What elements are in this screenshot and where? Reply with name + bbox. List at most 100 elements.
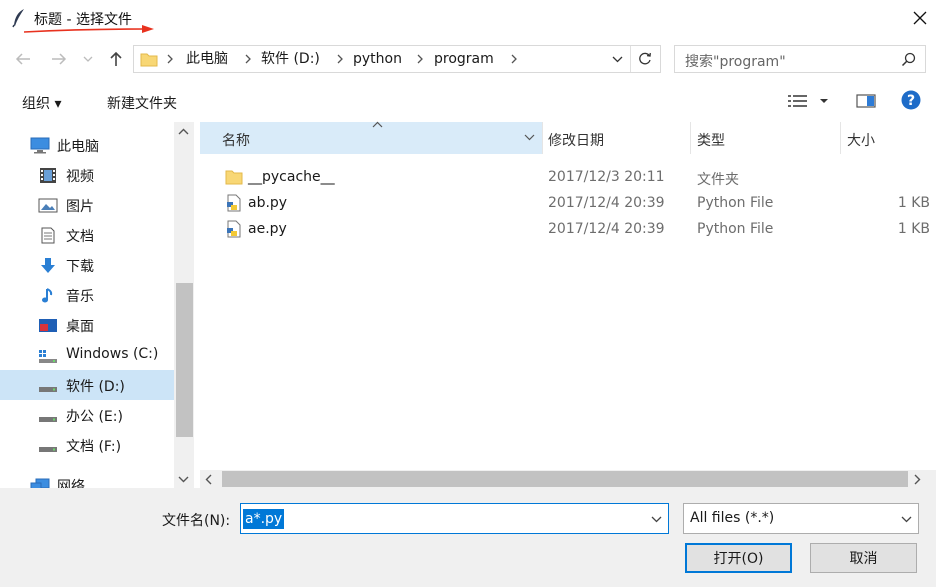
breadcrumb-program[interactable]: program <box>434 50 494 68</box>
up-arrow-icon <box>110 51 122 66</box>
file-modified: 2017/12/4 20:39 <box>548 195 665 211</box>
preview-pane-button[interactable] <box>856 93 876 109</box>
address-dropdown-button[interactable] <box>612 56 623 63</box>
chevron-down-icon <box>901 516 912 523</box>
chevron-right-icon <box>914 474 921 485</box>
computer-icon <box>30 137 50 154</box>
help-button[interactable]: ? <box>901 90 921 110</box>
chevron-down-icon <box>651 516 662 523</box>
sidebar-item-downloads[interactable]: 下载 <box>0 250 174 280</box>
file-row[interactable]: ab.py 2017/12/4 20:39 Python File 1 KB <box>200 190 936 216</box>
open-button[interactable]: 打开(O) <box>685 543 792 573</box>
search-box[interactable]: 搜索"program" <box>674 45 926 73</box>
file-type: Python File <box>697 221 774 237</box>
chevron-down-icon <box>612 56 623 63</box>
filename-input[interactable]: a*.py <box>240 503 669 534</box>
scroll-right-button[interactable] <box>913 474 921 485</box>
sidebar-item-label: 此电脑 <box>57 139 99 155</box>
file-row[interactable]: ae.py 2017/12/4 20:39 Python File 1 KB <box>200 216 936 242</box>
sidebar-item-label: 文档 (F:) <box>66 439 122 455</box>
horizontal-scroll-thumb[interactable] <box>222 471 908 487</box>
back-button[interactable] <box>10 47 36 71</box>
file-name: ae.py <box>248 221 287 237</box>
sidebar-item-drive-d[interactable]: 软件 (D:) <box>0 370 174 400</box>
sidebar-item-label: 视频 <box>66 169 94 185</box>
breadcrumb-this-pc[interactable]: 此电脑 <box>186 50 228 68</box>
filename-label: 文件名(N): <box>162 513 231 529</box>
pictures-icon <box>38 197 58 214</box>
sidebar-item-pictures[interactable]: 图片 <box>0 190 174 220</box>
view-options-button[interactable] <box>788 93 832 109</box>
folder-icon <box>140 51 158 67</box>
sidebar-item-label: 软件 (D:) <box>66 379 125 395</box>
file-modified: 2017/12/4 20:39 <box>548 221 665 237</box>
sidebar-item-label: Windows (C:) <box>66 346 159 362</box>
navigation-pane: 此电脑 视频 图片 文档 下载 音乐 桌面 Windows (C:) 软件 (D… <box>0 122 196 488</box>
cancel-button[interactable]: 取消 <box>810 543 917 573</box>
sidebar-scroll-thumb[interactable] <box>176 283 193 437</box>
column-divider[interactable] <box>542 122 543 154</box>
python-file-icon <box>224 193 244 213</box>
sidebar-item-this-pc[interactable]: 此电脑 <box>0 130 174 160</box>
file-row[interactable]: __pycache__ 2017/12/3 20:11 文件夹 <box>200 164 936 190</box>
file-size: 1 KB <box>897 221 930 237</box>
music-icon <box>38 287 58 304</box>
column-header-type[interactable]: 类型 <box>697 130 725 150</box>
download-icon <box>38 257 58 274</box>
file-modified: 2017/12/3 20:11 <box>548 169 665 185</box>
sidebar-item-drive-e[interactable]: 办公 (E:) <box>0 400 174 430</box>
organize-button[interactable]: 组织 ▾ <box>22 93 61 113</box>
refresh-icon <box>639 52 651 65</box>
chevron-left-icon <box>205 474 212 485</box>
sidebar-item-music[interactable]: 音乐 <box>0 280 174 310</box>
drive-icon <box>38 407 58 424</box>
recent-locations-button[interactable] <box>80 47 96 71</box>
sidebar-item-desktop[interactable]: 桌面 <box>0 310 174 340</box>
forward-button[interactable] <box>46 47 72 71</box>
folder-icon <box>224 167 244 187</box>
sidebar-item-label: 文档 <box>66 229 94 245</box>
svg-text:?: ? <box>907 93 915 109</box>
network-icon <box>30 477 50 488</box>
sidebar-item-label: 网络 <box>57 479 85 488</box>
chevron-right-icon <box>167 54 173 64</box>
column-divider[interactable] <box>840 122 841 154</box>
column-header-size[interactable]: 大小 <box>847 130 875 150</box>
column-header-name[interactable] <box>200 122 542 154</box>
column-divider[interactable] <box>690 122 691 154</box>
close-button[interactable] <box>906 6 934 30</box>
divider <box>630 46 631 72</box>
scroll-up-button[interactable] <box>178 128 189 136</box>
scroll-left-button[interactable] <box>205 474 213 485</box>
sidebar-item-label: 办公 (E:) <box>66 409 123 425</box>
video-icon <box>38 167 58 184</box>
chevron-down-icon <box>83 56 93 62</box>
filetype-select[interactable]: All files (*.*) <box>683 503 919 534</box>
column-header-modified[interactable]: 修改日期 <box>548 130 604 150</box>
chevron-down-icon[interactable] <box>524 134 535 141</box>
breadcrumb-drive-d[interactable]: 软件 (D:) <box>261 50 320 68</box>
sidebar-item-drive-f[interactable]: 文档 (F:) <box>0 430 174 460</box>
python-file-icon <box>224 219 244 239</box>
up-button[interactable] <box>103 47 129 71</box>
sidebar-item-videos[interactable]: 视频 <box>0 160 174 190</box>
search-icon[interactable] <box>901 52 916 67</box>
search-input[interactable]: 搜索"program" <box>685 51 786 71</box>
chevron-down-icon <box>178 476 189 483</box>
back-arrow-icon <box>15 53 30 65</box>
sidebar-item-drive-c[interactable]: Windows (C:) <box>0 340 174 370</box>
sidebar-item-network[interactable]: 网络 <box>0 470 174 488</box>
sidebar-item-label: 图片 <box>66 199 94 215</box>
file-name: __pycache__ <box>248 169 335 185</box>
filename-history-button[interactable] <box>651 516 662 523</box>
chevron-right-icon <box>245 54 251 64</box>
scroll-down-button[interactable] <box>178 475 189 483</box>
breadcrumb-python[interactable]: python <box>353 50 402 68</box>
chevron-up-icon <box>178 128 189 135</box>
sidebar-item-documents[interactable]: 文档 <box>0 220 174 250</box>
refresh-button[interactable] <box>637 51 653 67</box>
view-options-icon <box>788 95 828 107</box>
desktop-icon <box>38 317 58 334</box>
new-folder-button[interactable]: 新建文件夹 <box>107 93 177 113</box>
address-bar[interactable]: 此电脑 软件 (D:) python program <box>133 45 661 73</box>
